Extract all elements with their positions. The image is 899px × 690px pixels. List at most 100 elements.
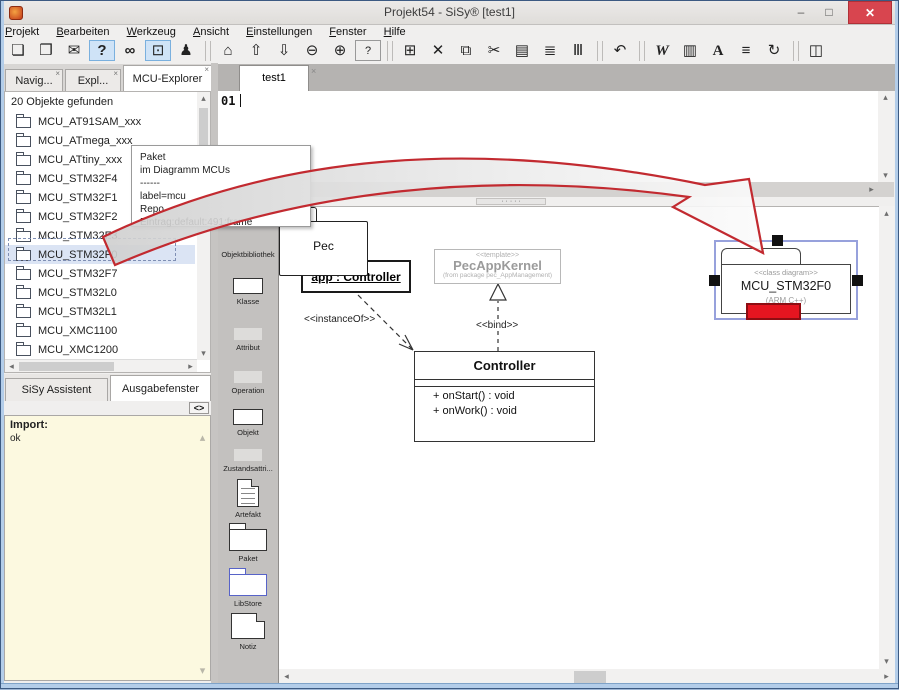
scroll-up-icon[interactable]: ▴ <box>196 432 209 445</box>
new-document-icon[interactable]: ❏ <box>5 40 31 61</box>
library-item-zustandsattribut[interactable]: Zustandsattri... <box>218 449 278 473</box>
undo-icon[interactable]: ↶ <box>607 40 633 61</box>
close-button[interactable]: ✕ <box>848 1 892 24</box>
properties-list-icon[interactable]: ≣ <box>537 40 563 61</box>
splitter-handle[interactable]: · · · · · <box>476 198 546 205</box>
uml-template-box[interactable]: <<template>> PecAppKernel (from package … <box>434 249 561 284</box>
note-icon <box>231 613 265 639</box>
library-item-klasse[interactable]: Klasse <box>218 278 278 306</box>
tree-item[interactable]: MCU_XMC1100 <box>5 321 195 340</box>
scroll-up-icon[interactable]: ▴ <box>880 207 893 220</box>
word-export-icon[interactable]: W <box>649 40 675 61</box>
maximize-button[interactable]: □ <box>816 1 842 24</box>
menu-hilfe[interactable]: Hilfe <box>384 26 406 38</box>
close-icon[interactable]: × <box>55 70 60 78</box>
scroll-thumb[interactable] <box>19 362 114 371</box>
folder-icon <box>16 288 31 299</box>
font-icon[interactable]: A <box>705 40 731 61</box>
scroll-down-icon[interactable]: ▾ <box>879 169 892 182</box>
horizontal-splitter[interactable]: · · · · · <box>218 197 895 206</box>
menu-fenster[interactable]: Fenster <box>329 26 366 38</box>
tree-item[interactable]: MCU_AT91SAM_xxx <box>5 112 195 131</box>
expander-button[interactable]: <> <box>189 402 209 414</box>
selection-handle-left[interactable] <box>709 275 720 286</box>
library-item-notiz[interactable]: Notiz <box>218 613 278 651</box>
library-item-attribut[interactable]: Attribut <box>218 328 278 352</box>
paste-icon[interactable]: ▤ <box>509 40 535 61</box>
tab-test1[interactable]: test1 <box>239 65 309 91</box>
table-icon[interactable]: Ⅲ <box>565 40 591 61</box>
scroll-down-icon[interactable]: ▾ <box>880 655 893 668</box>
tree-horizontal-scrollbar[interactable]: ◂ ▸ <box>5 359 197 372</box>
document-help-icon[interactable]: ? <box>355 40 381 61</box>
bullet-list-icon[interactable]: ≡ <box>733 40 759 61</box>
tab-mcu-explorer[interactable]: MCU-Explorer × <box>123 65 212 91</box>
tooltip-line: ------ <box>140 177 310 190</box>
close-icon[interactable]: × <box>113 70 118 78</box>
paste-import-icon[interactable]: ⊞ <box>397 40 423 61</box>
tab-explorer[interactable]: Expl... × <box>65 69 121 91</box>
library-item-objekt[interactable]: Objekt <box>218 409 278 437</box>
scroll-down-icon[interactable]: ▾ <box>197 347 210 360</box>
scroll-thumb[interactable] <box>574 671 606 683</box>
diagram-canvas[interactable]: app : Controller <<template>> PecAppKern… <box>279 206 879 669</box>
canvas-vertical-scrollbar[interactable]: ▴ ▾ <box>879 206 895 669</box>
zoom-out-icon[interactable]: ⊖ <box>299 40 325 61</box>
menu-projekt[interactable]: Projekt <box>5 26 39 38</box>
code-editor[interactable]: 01 <box>218 91 878 182</box>
navigate-down-icon[interactable]: ⇩ <box>271 40 297 61</box>
scroll-up-icon[interactable]: ▴ <box>197 92 210 105</box>
home-icon[interactable]: ⌂ <box>215 40 241 61</box>
tree-item[interactable]: MCU_STM32L1 <box>5 302 195 321</box>
editor-vertical-scrollbar[interactable]: ▴ ▾ <box>878 91 894 182</box>
navigate-up-icon[interactable]: ⇧ <box>243 40 269 61</box>
tree-item[interactable]: MCU_STM32F7 <box>5 264 195 283</box>
import-status: ok <box>10 433 21 444</box>
selection-handle-top[interactable] <box>772 235 783 246</box>
tree-item-selected[interactable]: MCU_STM32F0 <box>5 245 195 264</box>
selection-handle-right[interactable] <box>852 275 863 286</box>
delete-icon[interactable]: ✕ <box>425 40 451 61</box>
tree-item[interactable]: MCU_STM32L0 <box>5 283 195 302</box>
copy-icon[interactable]: ⧉ <box>453 40 479 61</box>
refresh-document-icon[interactable]: ↻ <box>761 40 787 61</box>
library-item-libstore[interactable]: LibStore <box>218 568 278 608</box>
library-item-paket[interactable]: Paket <box>218 523 278 563</box>
scroll-right-icon[interactable]: ▸ <box>880 670 893 683</box>
mail-icon[interactable]: ✉ <box>61 40 87 61</box>
library-item-artefakt[interactable]: Artefakt <box>218 479 278 519</box>
editor-horizontal-scrollbar[interactable]: ▸ <box>218 182 894 197</box>
tree-item-label: MCU_STM32F7 <box>38 268 117 280</box>
class-icon <box>233 278 263 294</box>
title-bar[interactable]: Projekt54 - SiSy® [test1] – □ ✕ <box>1 1 898 25</box>
scroll-up-icon[interactable]: ▴ <box>879 91 892 104</box>
scroll-left-icon[interactable]: ◂ <box>5 360 18 373</box>
menu-einstellungen[interactable]: Einstellungen <box>246 26 312 38</box>
cut-icon[interactable]: ✂ <box>481 40 507 61</box>
find-binoculars-icon[interactable]: ∞ <box>117 40 143 61</box>
library-item-operation[interactable]: Operation <box>218 371 278 395</box>
minimize-button[interactable]: – <box>788 1 814 24</box>
open-folder-icon[interactable]: ❒ <box>33 40 59 61</box>
tab-navigator[interactable]: Navig... × <box>5 69 63 91</box>
menu-bearbeiten[interactable]: Bearbeiten <box>56 26 109 38</box>
book-icon[interactable]: ◫ <box>803 40 829 61</box>
zoom-in-icon[interactable]: ⊕ <box>327 40 353 61</box>
scroll-left-icon[interactable]: ◂ <box>280 670 293 683</box>
close-icon[interactable]: × <box>204 66 209 74</box>
help-icon[interactable]: ? <box>89 40 115 61</box>
scroll-down-icon[interactable]: ▾ <box>196 665 209 678</box>
uml-class-box[interactable]: Controller + onStart() : void + onWork()… <box>414 351 595 442</box>
menu-werkzeug[interactable]: Werkzeug <box>127 26 176 38</box>
scroll-right-icon[interactable]: ▸ <box>184 360 197 373</box>
menu-ansicht[interactable]: Ansicht <box>193 26 229 38</box>
window-view-icon[interactable]: ⊡ <box>145 40 171 61</box>
tab-sisy-assistent[interactable]: SiSy Assistent <box>5 378 108 401</box>
close-icon[interactable]: × <box>311 66 316 76</box>
person-icon[interactable]: ♟ <box>173 40 199 61</box>
print-icon[interactable]: ▥ <box>677 40 703 61</box>
scroll-right-icon[interactable]: ▸ <box>865 183 878 196</box>
tree-item[interactable]: MCU_XMC1200 <box>5 340 195 359</box>
template-source: (from package pec_AppManagement) <box>435 272 560 280</box>
tab-ausgabefenster[interactable]: Ausgabefenster <box>110 375 211 401</box>
